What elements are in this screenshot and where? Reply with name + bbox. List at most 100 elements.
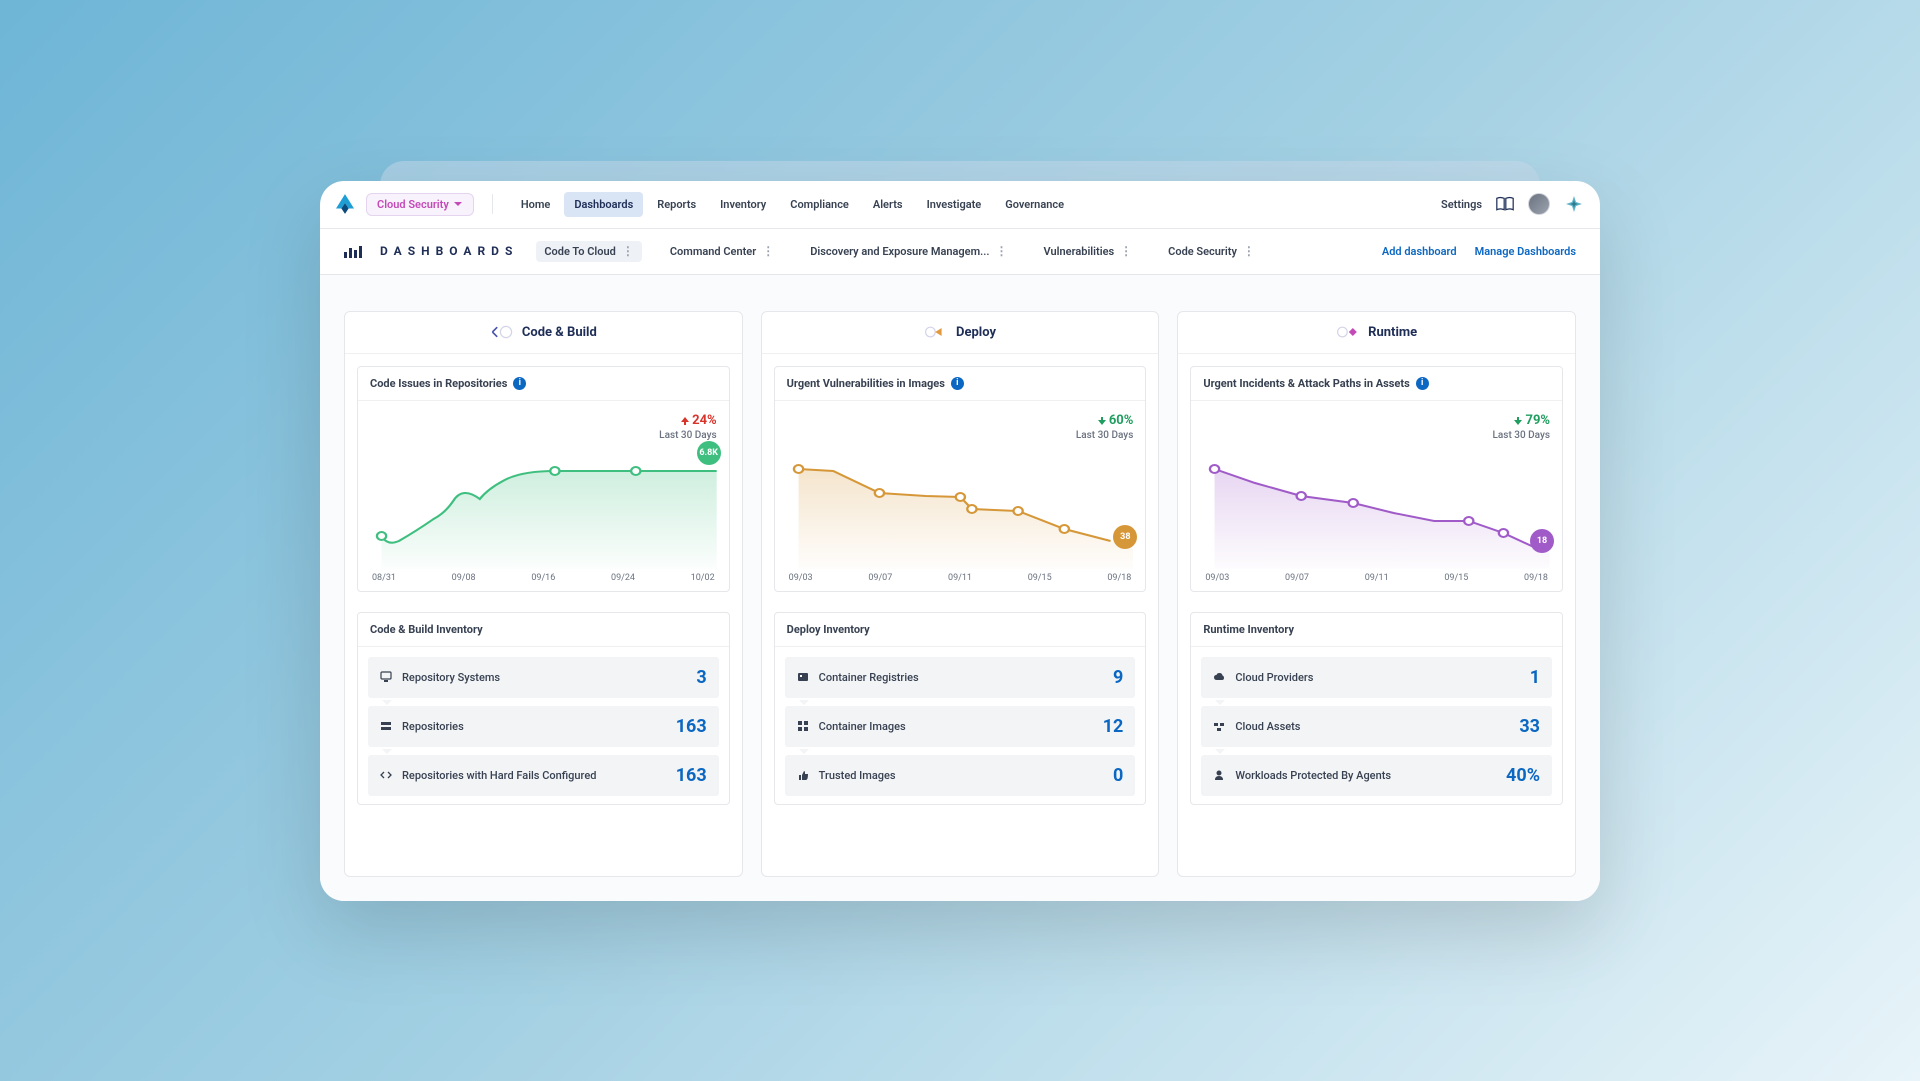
agent-icon (1213, 769, 1225, 781)
inventory-value: 33 (1519, 716, 1540, 737)
registry-icon (797, 671, 809, 683)
chart-end-badge: 6.8K (697, 441, 721, 465)
manage-dashboards-link[interactable]: Manage Dashboards (1475, 245, 1576, 258)
inventory-item[interactable]: Workloads Protected By Agents 40% (1201, 755, 1552, 796)
settings-link[interactable]: Settings (1441, 198, 1482, 211)
kebab-menu-icon[interactable]: ⋮ (622, 245, 634, 257)
arrow-down-icon (1097, 416, 1107, 426)
kebab-menu-icon[interactable]: ⋮ (996, 245, 1008, 257)
trend-sub: Last 30 Days (1203, 430, 1550, 441)
nav-compliance[interactable]: Compliance (780, 192, 859, 217)
context-label: Cloud Security (377, 198, 449, 211)
dash-tab-command-center[interactable]: Command Center ⋮ (662, 241, 782, 262)
trend-value: 60% (1097, 413, 1134, 428)
topbar: Cloud Security Home Dashboards Reports I… (320, 181, 1600, 229)
panel-title: Deploy (956, 325, 996, 340)
kebab-menu-icon[interactable]: ⋮ (1243, 245, 1255, 257)
nav-reports[interactable]: Reports (647, 192, 706, 217)
code-build-icon (490, 324, 514, 340)
divider (492, 194, 493, 214)
info-icon[interactable]: i (513, 377, 526, 390)
main-nav: Home Dashboards Reports Inventory Compli… (511, 192, 1074, 217)
chart-card-vulnerabilities: Urgent Vulnerabilities in Images i 60% L… (774, 366, 1147, 592)
inventory-label: Cloud Assets (1235, 720, 1509, 733)
trend-value: 79% (1513, 413, 1550, 428)
panel-title: Runtime (1368, 325, 1417, 340)
panel-code-build: Code & Build Code Issues in Repositories… (344, 311, 743, 877)
dash-tab-discovery[interactable]: Discovery and Exposure Managem... ⋮ (802, 241, 1015, 262)
nav-governance[interactable]: Governance (995, 192, 1074, 217)
info-icon[interactable]: i (951, 377, 964, 390)
inventory-title: Deploy Inventory (787, 623, 870, 636)
inventory-item[interactable]: Cloud Assets 33 (1201, 706, 1552, 747)
inventory-card-runtime: Runtime Inventory Cloud Providers 1 Clou… (1190, 612, 1563, 805)
panel-deploy: Deploy Urgent Vulnerabilities in Images … (761, 311, 1160, 877)
dash-tab-code-to-cloud[interactable]: Code To Cloud ⋮ (536, 241, 641, 262)
chart-title: Urgent Vulnerabilities in Images (787, 377, 945, 390)
inventory-card-deploy: Deploy Inventory Container Registries 9 … (774, 612, 1147, 805)
nav-investigate[interactable]: Investigate (917, 192, 992, 217)
context-switcher[interactable]: Cloud Security (366, 193, 474, 216)
inventory-label: Repositories (402, 720, 666, 733)
trend-sub: Last 30 Days (787, 430, 1134, 441)
inventory-item[interactable]: Repositories with Hard Fails Configured … (368, 755, 719, 796)
chart-line (1203, 441, 1550, 569)
arrow-up-icon (680, 416, 690, 426)
nav-inventory[interactable]: Inventory (710, 192, 776, 217)
app-logo-icon (336, 194, 354, 214)
dash-tab-label: Command Center (670, 245, 756, 258)
inventory-value: 163 (676, 765, 707, 786)
inventory-item[interactable]: Cloud Providers 1 (1201, 657, 1552, 698)
user-avatar[interactable] (1528, 193, 1550, 215)
kebab-menu-icon[interactable]: ⋮ (1120, 245, 1132, 257)
inventory-label: Trusted Images (819, 769, 1103, 782)
dash-tab-code-security[interactable]: Code Security ⋮ (1160, 241, 1263, 262)
chart-xaxis: 09/03 09/07 09/11 09/15 09/18 (1203, 569, 1550, 583)
panel-header: Code & Build (345, 312, 742, 354)
inventory-item[interactable]: Container Images 12 (785, 706, 1136, 747)
inventory-label: Container Images (819, 720, 1093, 733)
nav-alerts[interactable]: Alerts (863, 192, 913, 217)
inventory-card-code-build: Code & Build Inventory Repository System… (357, 612, 730, 805)
dash-tab-vulnerabilities[interactable]: Vulnerabilities ⋮ (1036, 241, 1141, 262)
dash-tab-label: Code Security (1168, 245, 1237, 258)
nav-home[interactable]: Home (511, 192, 561, 217)
inventory-value: 1 (1530, 667, 1540, 688)
chart-card-code-issues: Code Issues in Repositories i 24% Last 3… (357, 366, 730, 592)
nav-dashboards[interactable]: Dashboards (564, 192, 643, 217)
chart-line (370, 441, 717, 569)
inventory-item[interactable]: Repositories 163 (368, 706, 719, 747)
panel-header: Runtime (1178, 312, 1575, 354)
inventory-item[interactable]: Repository Systems 3 (368, 657, 719, 698)
inventory-title: Runtime Inventory (1203, 623, 1294, 636)
content-area: Code & Build Code Issues in Repositories… (320, 275, 1600, 901)
stack-icon (380, 720, 392, 732)
docs-icon[interactable] (1496, 196, 1514, 212)
inventory-title: Code & Build Inventory (370, 623, 483, 636)
chart-title: Urgent Incidents & Attack Paths in Asset… (1203, 377, 1409, 390)
inventory-value: 163 (676, 716, 707, 737)
inventory-value: 40% (1506, 765, 1540, 786)
monitor-icon (380, 671, 392, 683)
chart-end-badge: 18 (1530, 529, 1554, 553)
info-icon[interactable]: i (1416, 377, 1429, 390)
chevron-down-icon (453, 199, 463, 209)
inventory-item[interactable]: Container Registries 9 (785, 657, 1136, 698)
deploy-icon (924, 324, 948, 340)
chart-xaxis: 08/31 09/08 09/16 09/24 10/02 (370, 569, 717, 583)
chart-xaxis: 09/03 09/07 09/11 09/15 09/18 (787, 569, 1134, 583)
trend-value: 24% (680, 413, 717, 428)
chart-end-badge: 38 (1113, 525, 1137, 549)
dash-tab-label: Discovery and Exposure Managem... (810, 245, 989, 258)
dashboard-bar: DASHBOARDS Code To Cloud ⋮ Command Cente… (320, 229, 1600, 275)
inventory-value: 0 (1113, 765, 1123, 786)
inventory-item[interactable]: Trusted Images 0 (785, 755, 1136, 796)
kebab-menu-icon[interactable]: ⋮ (762, 245, 774, 257)
dash-tab-label: Code To Cloud (544, 245, 615, 258)
trend-sub: Last 30 Days (370, 430, 717, 441)
add-dashboard-link[interactable]: Add dashboard (1382, 245, 1457, 258)
copilot-icon[interactable] (1564, 194, 1584, 214)
app-window: Cloud Security Home Dashboards Reports I… (320, 181, 1600, 901)
cloud-icon (1213, 671, 1225, 683)
chart-title: Code Issues in Repositories (370, 377, 507, 390)
